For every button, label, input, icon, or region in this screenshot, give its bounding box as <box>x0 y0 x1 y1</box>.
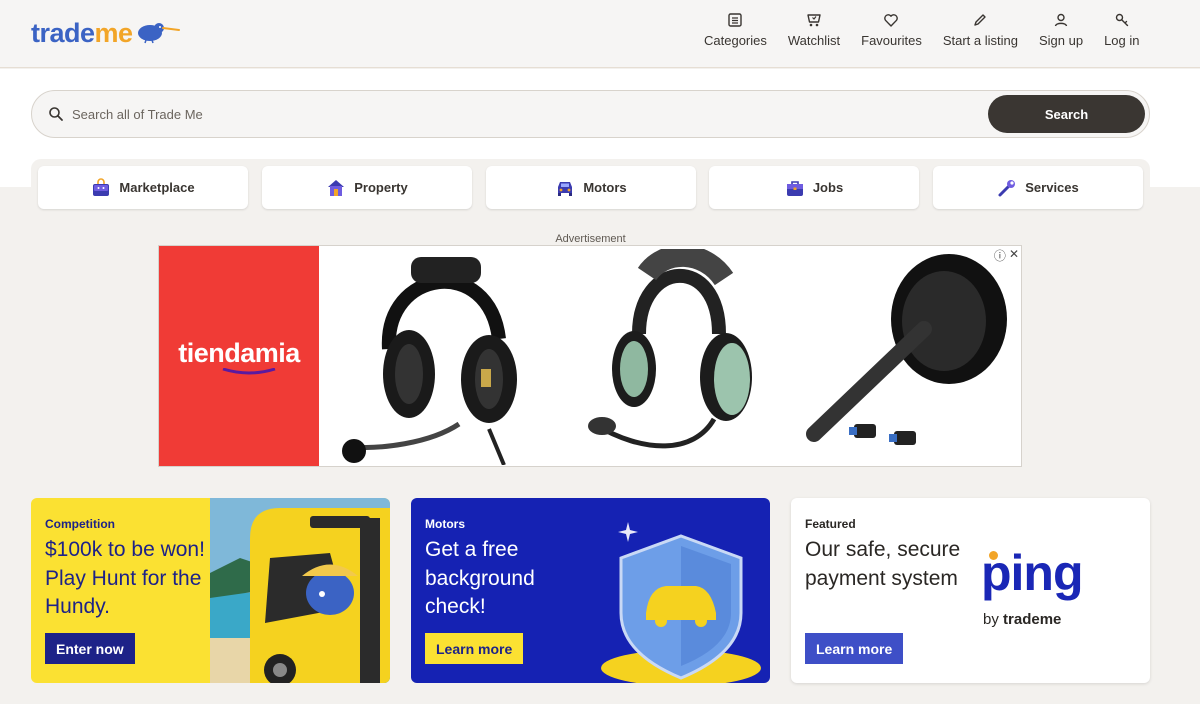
ad-smile-icon <box>222 368 276 375</box>
card-headline: Our safe, secure payment system <box>805 538 961 590</box>
ad-brand-name: tiendamia <box>178 338 300 368</box>
advertisement-banner[interactable]: tiendamia ⓘ ✕ <box>158 245 1022 467</box>
heart-icon <box>884 14 899 27</box>
ad-controls: ⓘ ✕ <box>994 247 1019 264</box>
nav-label: Sign up <box>1038 33 1084 48</box>
promo-card-competition[interactable]: Competition $100k to be won! Play Hunt f… <box>31 498 390 683</box>
category-label: Marketplace <box>119 180 195 195</box>
category-label: Services <box>1025 180 1079 195</box>
categories-icon <box>728 13 743 27</box>
category-label: Jobs <box>812 180 844 195</box>
card-eyebrow: Competition <box>45 517 115 531</box>
shield-car-illustration <box>601 522 761 683</box>
card-eyebrow: Featured <box>805 517 856 531</box>
card-headline: Get a free background check! <box>425 538 535 618</box>
learn-more-button[interactable]: Learn more <box>425 633 524 664</box>
search-bar: Search <box>31 90 1150 138</box>
enter-now-button[interactable]: Enter now <box>45 633 135 664</box>
aviation-headset-green-image <box>588 249 752 449</box>
key-icon <box>1115 13 1128 27</box>
promo-card-featured[interactable]: Featured Our safe, secure payment system… <box>791 498 1150 683</box>
nav-label: Start a listing <box>942 33 1018 48</box>
car-icon <box>558 181 573 196</box>
category-jobs[interactable]: Jobs <box>709 166 919 209</box>
advertisement-label: Advertisement <box>555 233 626 245</box>
nav-start-listing[interactable]: Start a listing <box>932 12 1028 48</box>
nav-label: Log in <box>1104 33 1140 48</box>
nav-label: Categories <box>704 33 767 48</box>
category-bar: Marketplace Property Motors Jobs Service… <box>31 159 1150 217</box>
nav-label: Watchlist <box>787 33 841 48</box>
watchlist-icon <box>807 14 821 27</box>
marketplace-bag-icon <box>93 177 110 196</box>
category-marketplace[interactable]: Marketplace <box>38 166 248 209</box>
ping-dot <box>989 551 998 560</box>
learn-more-button[interactable]: Learn more <box>805 633 904 664</box>
category-label: Motors <box>583 180 627 195</box>
mirror-image <box>806 254 1007 445</box>
card-eyebrow: Motors <box>425 517 465 531</box>
kiwi-icon <box>137 23 180 44</box>
nav-log-in[interactable]: Log in <box>1094 12 1150 48</box>
ad-brand-panel: tiendamia <box>159 246 319 466</box>
logo-wordmark: trademe <box>31 17 133 48</box>
user-icon <box>1054 13 1068 27</box>
promo-card-motors[interactable]: Motors Get a free background check! Lear… <box>411 498 770 683</box>
search-button[interactable]: Search <box>988 95 1145 133</box>
ad-info-icon[interactable]: ⓘ <box>994 247 1006 264</box>
category-property[interactable]: Property <box>262 166 472 209</box>
nav-favourites[interactable]: Favourites <box>851 12 933 48</box>
wrench-icon <box>998 179 1016 196</box>
briefcase-icon <box>786 180 803 196</box>
site-header: trademe Categories Watchlist Favourites … <box>0 0 1200 68</box>
search-icon <box>49 107 63 121</box>
category-services[interactable]: Services <box>933 166 1143 209</box>
card-headline: $100k to be won! Play Hunt for the Hundy… <box>45 538 205 618</box>
nav-categories[interactable]: Categories <box>694 12 778 48</box>
nav-watchlist[interactable]: Watchlist <box>777 12 850 48</box>
aviation-headset-black-image <box>342 257 517 465</box>
nav-label: Favourites <box>861 33 922 48</box>
header-nav: Categories Watchlist Favourites Start a … <box>694 12 1151 48</box>
ping-by-trademe: by trademe <box>983 611 1062 628</box>
trademe-logo[interactable]: trademe <box>31 17 180 49</box>
nav-sign-up[interactable]: Sign up <box>1028 12 1093 48</box>
ad-close-icon[interactable]: ✕ <box>1009 247 1019 264</box>
pencil-icon <box>974 14 987 26</box>
campervan-kiwi-illustration <box>210 498 390 683</box>
category-label: Property <box>354 180 408 195</box>
house-icon <box>328 179 345 196</box>
category-motors[interactable]: Motors <box>486 166 696 209</box>
ping-logo: ping by trademe <box>981 548 1121 638</box>
